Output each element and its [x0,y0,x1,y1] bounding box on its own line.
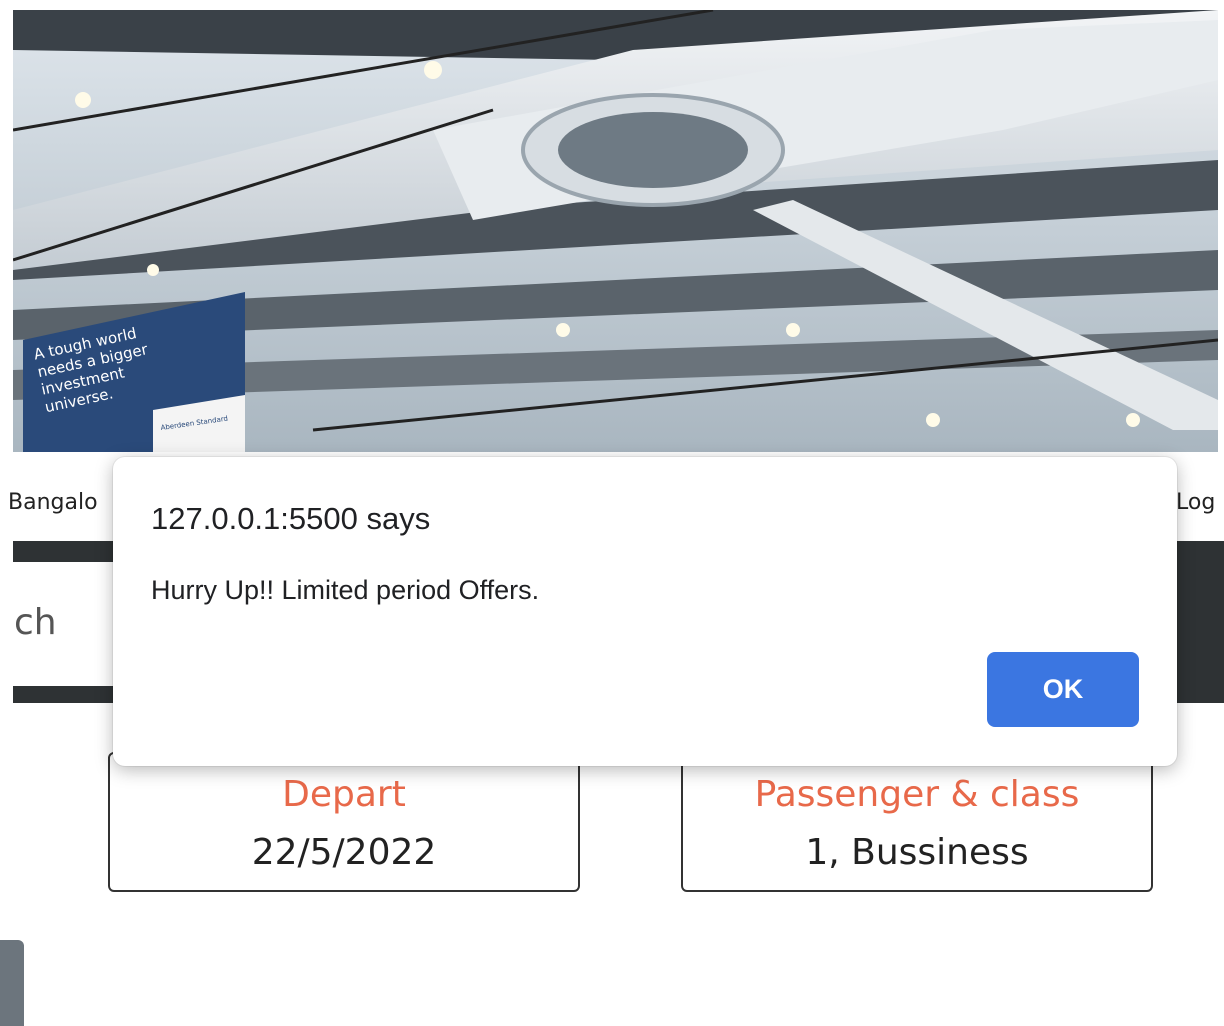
airport-ceiling-illustration: A tough world needs a bigger investment … [13,10,1218,452]
depart-label: Depart [282,774,406,815]
passenger-class-value: 1, Bussiness [805,832,1029,873]
from-location-text[interactable]: Bangalo [8,490,98,515]
alert-dialog: 127.0.0.1:5500 says Hurry Up!! Limited p… [113,457,1177,766]
search-button-label: ch [14,602,57,643]
alert-title: 127.0.0.1:5500 says [151,501,431,536]
depart-date: 22/5/2022 [251,832,437,873]
hero-image: A tough world needs a bigger investment … [13,10,1218,452]
page: A tough world needs a bigger investment … [0,0,1224,1026]
login-link[interactable]: Log [1176,490,1215,515]
bottom-button-edge[interactable] [0,940,24,1026]
passenger-class-label: Passenger & class [754,774,1080,815]
ok-button[interactable]: OK [987,652,1139,727]
depart-card[interactable]: Depart 22/5/2022 [108,752,580,892]
alert-message: Hurry Up!! Limited period Offers. [151,575,540,605]
passenger-class-card[interactable]: Passenger & class 1, Bussiness [681,752,1153,892]
